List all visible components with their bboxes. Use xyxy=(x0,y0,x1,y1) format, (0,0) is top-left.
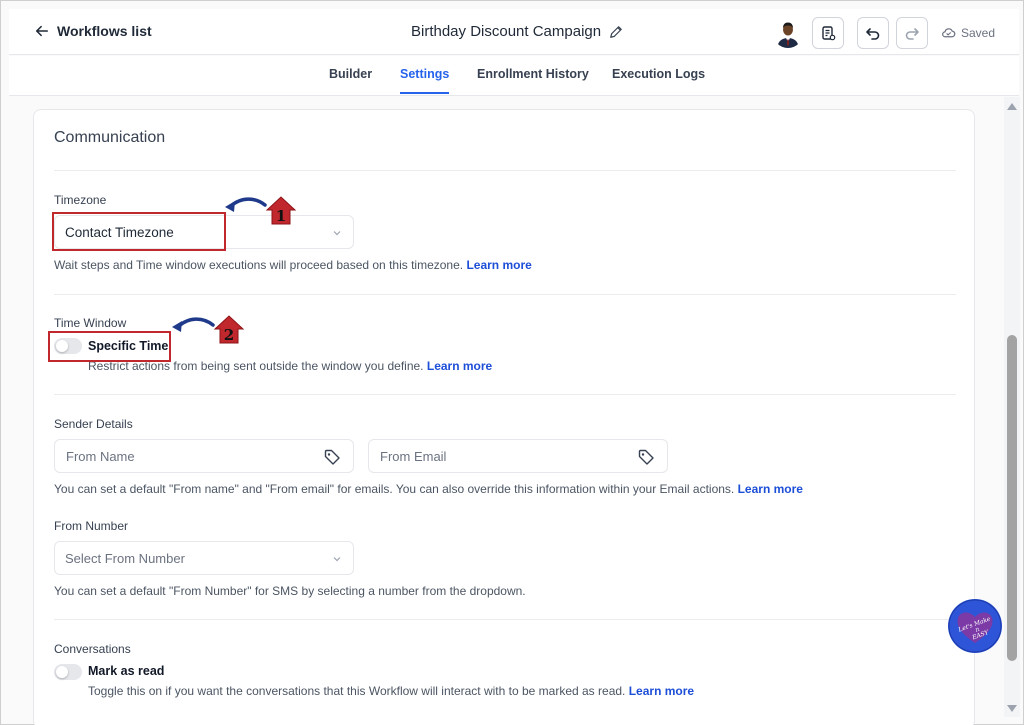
pencil-icon[interactable] xyxy=(609,25,623,39)
mark-as-read-toggle[interactable] xyxy=(54,664,82,680)
saved-label: Saved xyxy=(961,25,996,40)
from-email-input[interactable]: From Email xyxy=(368,439,668,473)
redo-icon xyxy=(905,28,919,40)
scrollbar-thumb[interactable] xyxy=(1007,335,1017,661)
avatar-image xyxy=(773,18,803,48)
top-bar: Workflows list Birthday Discount Campaig… xyxy=(9,9,1019,55)
from-number-select[interactable]: Select From Number xyxy=(54,541,354,575)
timezone-select[interactable]: Contact Timezone xyxy=(54,215,354,249)
back-label: Workflows list xyxy=(57,23,152,39)
specific-time-label: Specific Time xyxy=(88,339,169,353)
scroll-up-arrow[interactable] xyxy=(1007,103,1017,110)
watermark-logo: Let's Make It EASY xyxy=(948,599,1002,653)
sender-details-help-text: You can set a default "From name" and "F… xyxy=(54,482,735,496)
divider xyxy=(54,294,956,295)
workflow-title[interactable]: Birthday Discount Campaign xyxy=(411,23,623,40)
timezone-help: Wait steps and Time window executions wi… xyxy=(54,258,532,272)
from-number-placeholder: Select From Number xyxy=(65,551,185,566)
time-window-help: Restrict actions from being sent outside… xyxy=(88,359,492,373)
conversations-help-text: Toggle this on if you want the conversat… xyxy=(88,684,626,698)
tab-settings[interactable]: Settings xyxy=(400,67,450,94)
tab-builder[interactable]: Builder xyxy=(329,67,372,81)
from-number-label: From Number xyxy=(54,519,129,533)
workflow-title-text: Birthday Discount Campaign xyxy=(411,23,602,40)
arrow-left-icon xyxy=(35,25,49,37)
timezone-help-text: Wait steps and Time window executions wi… xyxy=(54,258,464,272)
time-window-learn-more-link[interactable]: Learn more xyxy=(427,359,492,373)
time-window-help-text: Restrict actions from being sent outside… xyxy=(88,359,424,373)
heart-logo-icon: Let's Make It EASY xyxy=(948,599,1002,653)
from-name-input[interactable]: From Name xyxy=(54,439,354,473)
notes-icon xyxy=(822,26,836,41)
timezone-label: Timezone xyxy=(54,193,107,207)
specific-time-toggle[interactable] xyxy=(54,338,82,354)
save-status: Saved xyxy=(941,25,995,40)
conversations-label: Conversations xyxy=(54,642,131,656)
undo-button[interactable] xyxy=(857,17,889,49)
sender-details-label: Sender Details xyxy=(54,417,133,431)
sender-details-help: You can set a default "From name" and "F… xyxy=(54,482,803,496)
conversations-learn-more-link[interactable]: Learn more xyxy=(629,684,694,698)
sender-details-learn-more-link[interactable]: Learn more xyxy=(738,482,803,496)
notes-button[interactable] xyxy=(812,17,844,49)
back-to-workflows-link[interactable]: Workflows list xyxy=(35,23,152,39)
chevron-down-icon xyxy=(333,231,341,236)
tag-icon[interactable] xyxy=(637,448,655,466)
timezone-learn-more-link[interactable]: Learn more xyxy=(466,258,531,272)
time-window-label: Time Window xyxy=(54,316,127,330)
from-number-help: You can set a default "From Number" for … xyxy=(54,584,526,598)
tab-bar: Builder Settings Enrollment History Exec… xyxy=(9,56,1019,96)
redo-button[interactable] xyxy=(896,17,928,49)
from-name-placeholder: From Name xyxy=(66,449,135,464)
cloud-icon xyxy=(942,28,956,38)
divider xyxy=(54,170,956,171)
tab-execution-logs[interactable]: Execution Logs xyxy=(612,67,705,81)
user-avatar[interactable] xyxy=(773,18,803,48)
app-frame: Workflows list Birthday Discount Campaig… xyxy=(0,0,1024,725)
divider xyxy=(54,394,956,395)
tab-enrollment-history[interactable]: Enrollment History xyxy=(477,67,589,81)
section-title: Communication xyxy=(54,129,166,146)
divider xyxy=(54,619,956,620)
communication-card xyxy=(33,109,975,725)
scroll-down-arrow[interactable] xyxy=(1007,705,1017,712)
conversations-help: Toggle this on if you want the conversat… xyxy=(88,684,694,698)
undo-icon xyxy=(866,28,880,40)
from-email-placeholder: From Email xyxy=(380,449,447,464)
tag-icon[interactable] xyxy=(323,448,341,466)
timezone-value: Contact Timezone xyxy=(65,225,174,240)
mark-as-read-label: Mark as read xyxy=(88,664,165,678)
chevron-down-icon xyxy=(333,557,341,562)
